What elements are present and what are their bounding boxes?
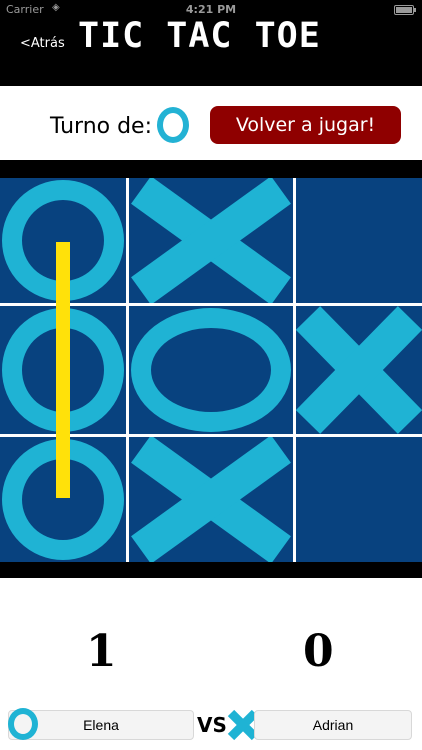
o-icon [131, 308, 291, 432]
board-cell[interactable] [129, 437, 293, 562]
board-cell[interactable] [296, 178, 422, 303]
player1-o-icon [8, 708, 38, 740]
board-top-band [0, 160, 422, 178]
score-player2: 0 [303, 626, 334, 677]
board-cell[interactable] [296, 437, 422, 562]
player2-bar[interactable]: Adrian [254, 710, 412, 740]
app-title: TIC TAC TOE [78, 16, 321, 56]
top-divider-band [0, 66, 422, 86]
x-icon [296, 306, 422, 434]
vs-label: VS [197, 713, 227, 737]
battery-icon [394, 5, 416, 15]
status-time: 4:21 PM [185, 3, 237, 16]
board-cell[interactable] [129, 306, 293, 434]
board-cell[interactable] [129, 178, 293, 303]
player2-name: Adrian [312, 717, 354, 733]
score-player1: 1 [86, 626, 117, 677]
board-cell[interactable] [296, 306, 422, 434]
current-turn-o-icon [157, 107, 189, 143]
back-button[interactable]: <Atrás [20, 36, 65, 51]
winning-line [56, 242, 70, 498]
battery-fill [396, 7, 412, 13]
board-bottom-band [0, 562, 422, 578]
x-icon [131, 178, 291, 303]
turn-label: Turno de: [50, 114, 153, 139]
top-bar: Carrier ◈ 4:21 PM <Atrás TIC TAC TOE [0, 0, 422, 66]
x-icon [131, 437, 291, 562]
replay-button[interactable]: Volver a jugar! [210, 106, 401, 144]
